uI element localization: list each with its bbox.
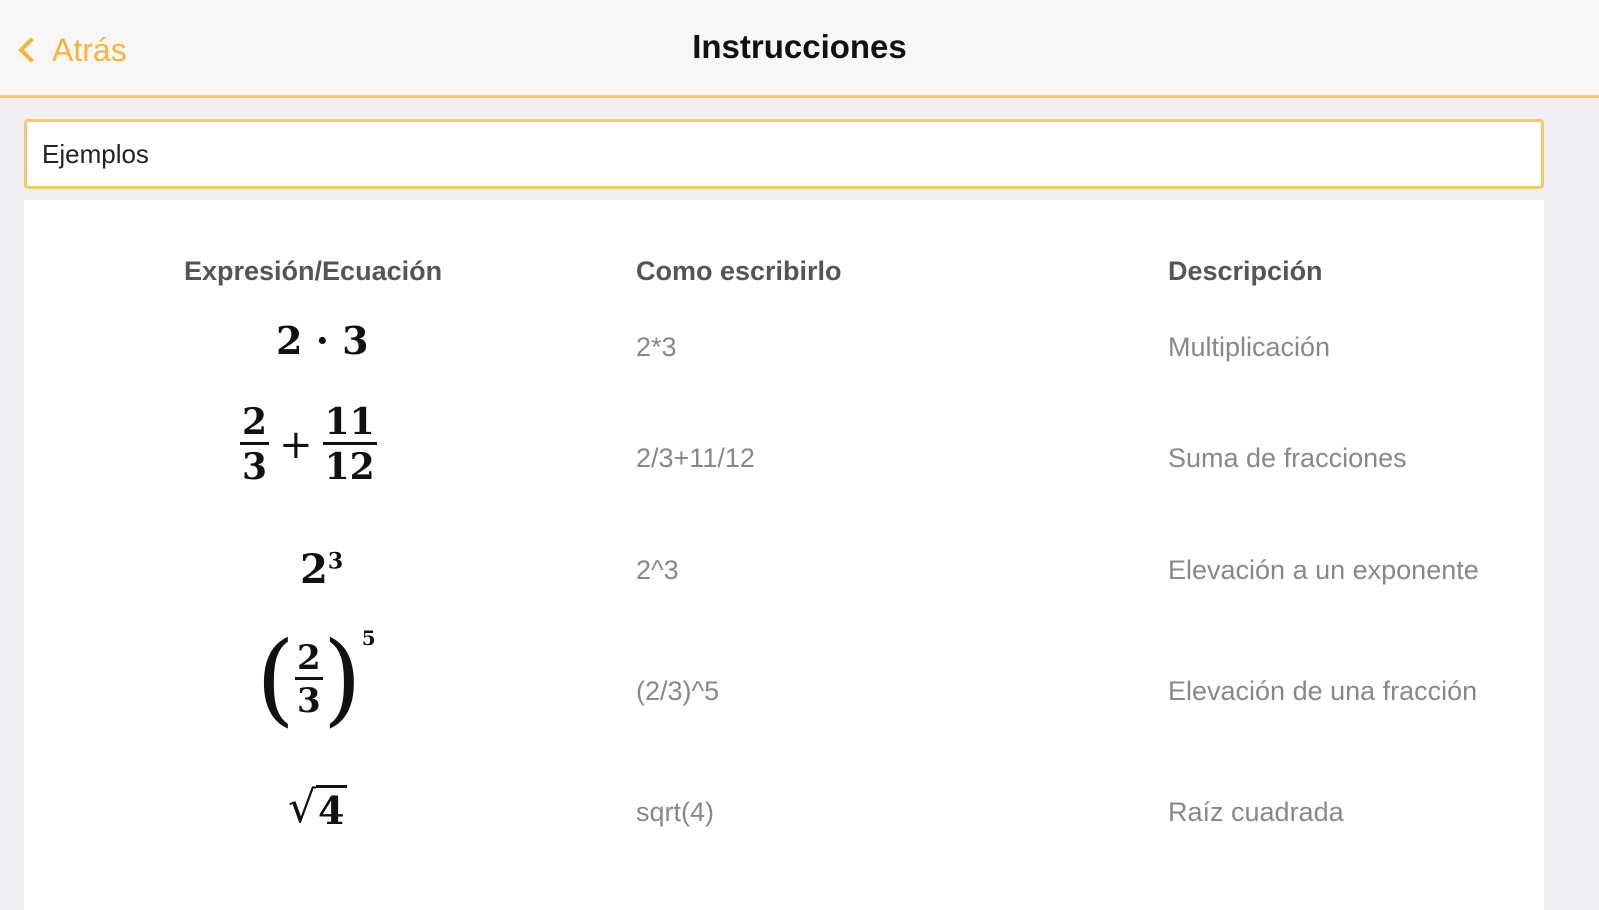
section-title: Ejemplos: [42, 138, 149, 169]
numerator: 2: [240, 401, 270, 445]
fraction: 11 12: [322, 401, 377, 488]
radicand: 4: [316, 785, 347, 833]
expression-fraction-power: ( 2 3 ) 5: [256, 624, 376, 734]
description-text: Elevación de una fracción: [1168, 676, 1478, 706]
code-text: 2/3+11/12: [636, 443, 755, 473]
expr-operand: 2: [276, 318, 303, 363]
numerator: 2: [295, 637, 323, 680]
code-text: sqrt(4): [636, 797, 715, 827]
code-text: 2^3: [636, 555, 679, 585]
expression-square-root: √ 4: [288, 782, 347, 833]
fraction: 2 3: [295, 641, 323, 718]
numerator: 11: [322, 401, 377, 445]
description-text: Elevación a un exponente: [1168, 555, 1479, 585]
denominator: 3: [297, 680, 321, 721]
expr-operand: 3: [342, 318, 369, 363]
header-description: Descripción: [1168, 256, 1323, 286]
right-paren: ): [322, 620, 362, 737]
header-expression: Expresión/Ecuación: [184, 256, 443, 286]
code-text: 2*3: [636, 332, 677, 362]
expression-multiplication: 2 · 3: [276, 318, 369, 363]
expr-operator: ·: [315, 318, 329, 363]
expr-exponent: 3: [327, 548, 344, 575]
navigation-bar: Atrás Instrucciones: [0, 0, 1599, 98]
description-text: Raíz cuadrada: [1168, 797, 1344, 827]
fraction: 2 3: [240, 401, 270, 488]
header-how-to-write: Como escribirlo: [636, 256, 842, 286]
expr-exponent: 5: [361, 626, 376, 650]
denominator: 3: [242, 446, 268, 488]
expression-fraction-sum: 2 3 + 11 12: [240, 404, 377, 485]
page-title: Instrucciones: [692, 28, 907, 65]
section-header-ejemplos[interactable]: Ejemplos: [24, 119, 1544, 189]
description-text: Suma de fracciones: [1168, 443, 1407, 473]
description-text: Multiplicación: [1168, 332, 1331, 362]
sqrt-icon: √: [288, 782, 317, 833]
expr-base: 2: [300, 546, 328, 593]
expr-operator: +: [279, 421, 313, 468]
expression-power: 23: [300, 546, 343, 593]
left-paren: (: [256, 620, 296, 737]
code-text: (2/3)^5: [636, 676, 720, 706]
denominator: 12: [324, 446, 375, 488]
